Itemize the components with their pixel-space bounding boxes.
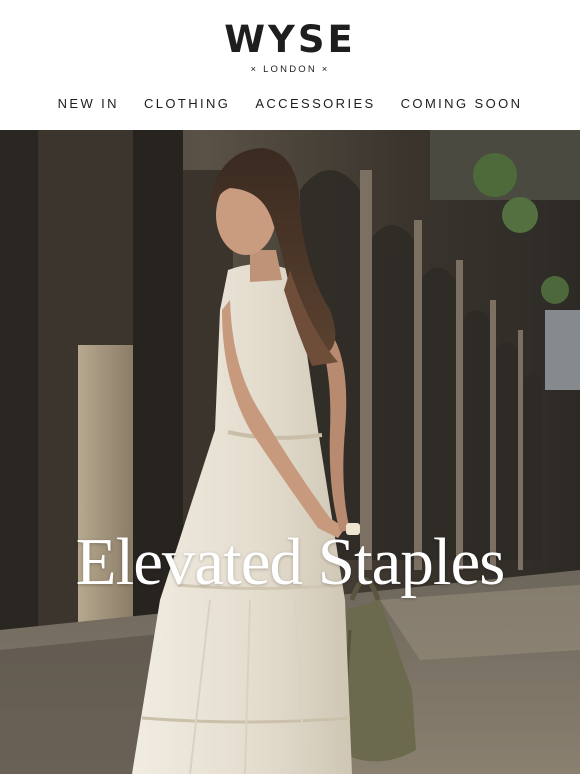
hero-banner[interactable]: Elevated Staples	[0, 130, 580, 774]
nav-item-accessories[interactable]: ACCESSORIES	[255, 96, 375, 112]
nav-item-coming-soon[interactable]: COMING SOON	[401, 96, 523, 112]
brand-wordmark: WYSE	[224, 18, 356, 61]
brand-logo[interactable]: WYSE × LONDON ×	[0, 20, 580, 76]
brand-subline: × LONDON ×	[250, 64, 330, 75]
nav-item-clothing[interactable]: CLOTHING	[144, 96, 230, 112]
hero-photo	[0, 130, 580, 774]
hero-title: Elevated Staples	[75, 525, 506, 599]
nav-item-new-in[interactable]: NEW IN	[58, 96, 119, 112]
email-header: WYSE × LONDON × NEW IN CLOTHING ACCESSOR…	[0, 0, 580, 130]
main-nav: NEW IN CLOTHING ACCESSORIES COMING SOON	[0, 96, 580, 112]
